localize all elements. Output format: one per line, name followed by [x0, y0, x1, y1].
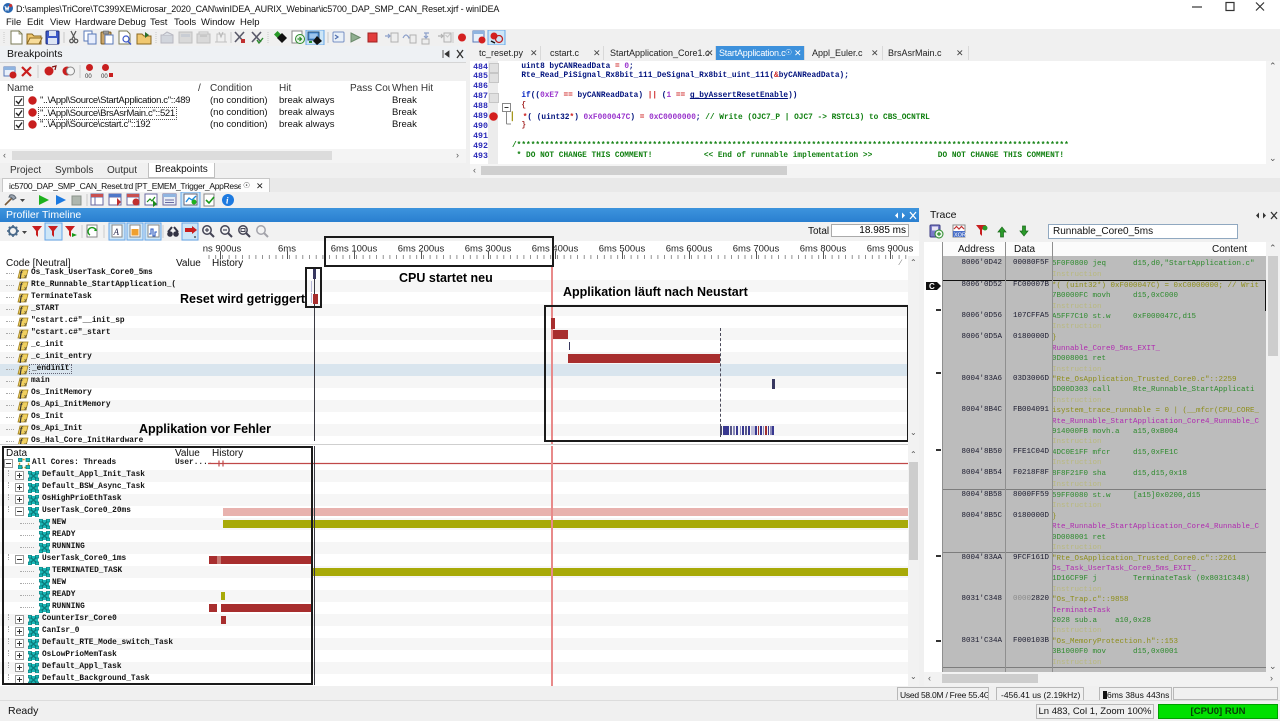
svg-text:XOR: XOR: [954, 233, 966, 239]
svg-text:ns 900us: ns 900us: [203, 244, 242, 255]
svg-text:x: x: [23, 274, 27, 279]
svg-text:x: x: [23, 382, 27, 387]
svg-text:x: x: [23, 322, 27, 327]
svg-text:x: x: [23, 346, 27, 351]
svg-text:x: x: [23, 358, 27, 363]
svg-text:x: x: [23, 334, 27, 339]
svg-text:x: x: [23, 406, 27, 411]
svg-text:x: x: [23, 298, 27, 303]
svg-text:00: 00: [101, 74, 108, 80]
svg-text:A: A: [113, 227, 120, 237]
svg-text:C: C: [929, 282, 935, 291]
svg-text:x: x: [23, 286, 27, 291]
svg-text:x: x: [23, 418, 27, 423]
svg-text:00: 00: [85, 74, 92, 80]
svg-text:x: x: [23, 310, 27, 315]
svg-text:x: x: [23, 430, 27, 435]
svg-text:x: x: [23, 370, 27, 375]
svg-text:x: x: [23, 394, 27, 399]
